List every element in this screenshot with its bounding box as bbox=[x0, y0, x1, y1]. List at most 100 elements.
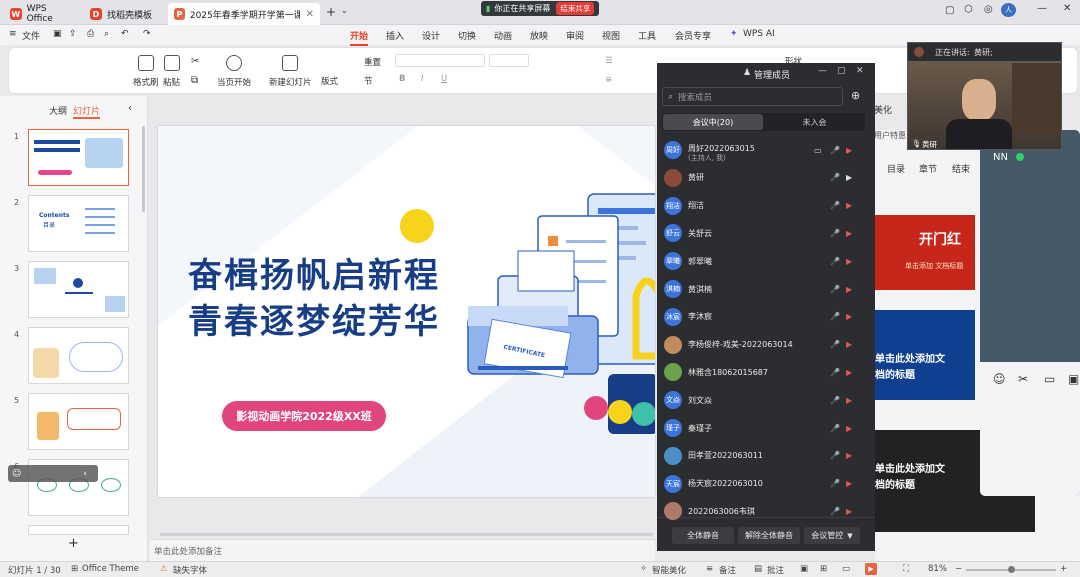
menu-insert[interactable]: 插入 bbox=[386, 29, 404, 42]
camera-icon[interactable]: ▶ bbox=[846, 173, 852, 182]
member-row[interactable]: 李杨俊梓-戏美-2022063014 🎤 ▶ bbox=[664, 333, 864, 357]
window-icon[interactable]: ▢ bbox=[945, 5, 954, 16]
meeting-control-button[interactable]: 会议管控 ▼ bbox=[804, 527, 860, 544]
mic-muted-icon[interactable]: 🎤 bbox=[830, 146, 840, 155]
slides-tab[interactable]: 幻灯片 bbox=[73, 104, 101, 119]
bullets-icon[interactable]: ☰ bbox=[605, 56, 613, 66]
bold-icon[interactable]: B bbox=[399, 74, 405, 84]
grid-view-icon[interactable]: ⊞ bbox=[820, 564, 827, 574]
menu-transition[interactable]: 切换 bbox=[458, 29, 476, 42]
italic-icon[interactable]: I bbox=[421, 74, 424, 84]
member-row[interactable]: 黄研 🎤 ▶ bbox=[664, 166, 864, 190]
chevron-down-icon[interactable]: ⌄ bbox=[341, 6, 348, 15]
chat-input-area[interactable]: ☺ ✂ ▭ ▣ bbox=[980, 362, 1080, 496]
beautify-label[interactable]: 美化 bbox=[874, 103, 892, 116]
mic-muted-icon[interactable]: 🎤 bbox=[830, 479, 840, 488]
member-row[interactable]: 舒云 关舒云 🎤 ▶ bbox=[664, 221, 864, 245]
mic-muted-icon[interactable]: 🎤 bbox=[830, 285, 840, 294]
tab-not-joined[interactable]: 未入会 bbox=[765, 114, 864, 130]
comment-toggle[interactable]: 批注 bbox=[767, 564, 784, 576]
folder-icon[interactable]: ▭ bbox=[1044, 372, 1055, 386]
play-from-current-button[interactable]: 当页开始 bbox=[217, 55, 251, 88]
close-icon[interactable]: ✕ bbox=[856, 66, 864, 76]
missing-font[interactable]: 缺失字体 bbox=[173, 564, 207, 576]
avatar[interactable]: 人 bbox=[1001, 3, 1016, 17]
new-slide-button[interactable]: 新建幻灯片 bbox=[269, 55, 312, 88]
template-card-red[interactable]: 开门红 单击添加 文档标题 bbox=[875, 215, 975, 290]
mic-muted-icon[interactable]: 🎤 bbox=[830, 312, 840, 321]
camera-icon[interactable]: ▶ bbox=[846, 229, 852, 238]
zoom-slider-handle[interactable] bbox=[1008, 566, 1015, 573]
export-icon[interactable]: ⇪ bbox=[69, 29, 77, 39]
paste-button[interactable]: 粘贴 bbox=[163, 55, 180, 88]
camera-icon[interactable]: ▶ bbox=[846, 507, 852, 516]
new-tab-icon[interactable]: + bbox=[326, 5, 336, 19]
camera-icon[interactable]: ▶ bbox=[846, 396, 852, 405]
slide-thumbnail[interactable] bbox=[28, 393, 129, 450]
mic-muted-icon[interactable]: 🎤 bbox=[830, 507, 840, 516]
underline-icon[interactable]: U bbox=[441, 74, 447, 84]
smile-icon[interactable]: ☺ bbox=[12, 469, 21, 479]
normal-view-icon[interactable]: ▣ bbox=[800, 564, 808, 574]
menu-view[interactable]: 视图 bbox=[602, 29, 620, 42]
tab-docer[interactable]: D 找稻壳模板 bbox=[84, 3, 166, 25]
minimize-icon[interactable]: — bbox=[818, 66, 827, 76]
zoom-in-icon[interactable]: + bbox=[1060, 564, 1067, 574]
camera-icon[interactable]: ▶ bbox=[846, 146, 852, 155]
notes-toggle[interactable]: 备注 bbox=[719, 564, 736, 576]
rp-tab-chapter[interactable]: 章节 bbox=[919, 162, 937, 175]
theme-name[interactable]: Office Theme bbox=[82, 564, 139, 574]
mic-muted-icon[interactable]: 🎤 bbox=[830, 201, 840, 210]
current-slide[interactable]: 奋楫扬帆启新程 青春逐梦绽芳华 影视动画学院2022级XX班 CERTIFICA… bbox=[158, 126, 655, 497]
align-left-icon[interactable]: ≡ bbox=[605, 75, 612, 85]
member-row[interactable]: 翔洁 翔洁 🎤 ▶ bbox=[664, 194, 864, 218]
hamburger-icon[interactable]: ≡ bbox=[9, 29, 17, 39]
member-row[interactable]: 2022063006韦琪 🎤 ▶ bbox=[664, 499, 864, 523]
zoom-out-icon[interactable]: − bbox=[955, 564, 962, 574]
font-family-select[interactable] bbox=[395, 54, 485, 67]
smart-beautify[interactable]: 智能美化 bbox=[652, 564, 686, 576]
reset-button[interactable]: 重置 bbox=[364, 56, 381, 68]
zoom-level[interactable]: 81% bbox=[928, 564, 947, 574]
menu-review[interactable]: 审阅 bbox=[566, 29, 584, 42]
close-tab-icon[interactable]: ✕ bbox=[306, 9, 314, 20]
scissors-icon[interactable]: ✂ bbox=[191, 56, 199, 67]
rp-tab-toc[interactable]: 目录 bbox=[887, 162, 905, 175]
end-share-button[interactable]: 结束共享 bbox=[556, 2, 595, 15]
member-row[interactable]: 林雅含18062015687 🎤 ▶ bbox=[664, 360, 864, 384]
horizontal-scrollbar[interactable] bbox=[160, 533, 653, 536]
member-row[interactable]: 瑾子 秦瑾子 🎤 ▶ bbox=[664, 416, 864, 440]
collapse-panel-icon[interactable]: ‹ bbox=[128, 103, 132, 114]
cube-icon[interactable]: ⬡ bbox=[964, 4, 973, 15]
minimize-icon[interactable]: — bbox=[1037, 3, 1047, 14]
image-icon[interactable]: ▣ bbox=[1068, 372, 1079, 386]
section-button[interactable]: 节 bbox=[364, 75, 373, 87]
tab-wps-office[interactable]: W WPS Office bbox=[4, 3, 80, 25]
menu-wps-ai[interactable]: WPS AI bbox=[743, 29, 775, 39]
template-card-blue[interactable]: 单击此处添加文 档的标题 bbox=[875, 310, 975, 400]
reading-view-icon[interactable]: ▭ bbox=[842, 564, 850, 574]
copy-icon[interactable]: ⧉ bbox=[191, 75, 198, 86]
slide-thumbnail[interactable] bbox=[28, 327, 129, 384]
fit-window-icon[interactable]: ⛶ bbox=[903, 564, 909, 574]
camera-icon[interactable]: ▶ bbox=[846, 312, 852, 321]
slide-thumbnail[interactable]: Contents 目录 bbox=[28, 195, 129, 252]
camera-icon[interactable]: ▶ bbox=[846, 479, 852, 488]
screenshot-scissors-icon[interactable]: ✂ bbox=[1018, 372, 1028, 386]
rp-tab-end[interactable]: 结束 bbox=[952, 162, 970, 175]
font-size-select[interactable] bbox=[489, 54, 529, 67]
notes-area[interactable]: 单击此处添加备注 bbox=[150, 539, 655, 561]
tab-in-meeting[interactable]: 会议中(20) bbox=[663, 114, 763, 130]
mic-muted-icon[interactable]: 🎤 bbox=[830, 173, 840, 182]
mic-muted-icon[interactable]: 🎤 bbox=[830, 229, 840, 238]
member-row[interactable]: 沐宸 李沐宸 🎤 ▶ bbox=[664, 305, 864, 329]
format-painter-button[interactable]: 格式刷 bbox=[133, 55, 159, 88]
member-row[interactable]: 天宸 杨天宸2022063010 🎤 ▶ bbox=[664, 472, 864, 496]
redo-icon[interactable]: ↷ bbox=[143, 29, 151, 39]
mic-muted-icon[interactable]: 🎤 bbox=[830, 451, 840, 460]
maximize-icon[interactable]: ▢ bbox=[837, 66, 846, 76]
mic-muted-icon[interactable]: 🎤 bbox=[830, 424, 840, 433]
vertical-scrollbar[interactable] bbox=[142, 126, 145, 212]
mic-muted-icon[interactable]: 🎤 bbox=[830, 368, 840, 377]
member-search-input[interactable]: ⌕ 搜索成员 bbox=[662, 87, 843, 106]
